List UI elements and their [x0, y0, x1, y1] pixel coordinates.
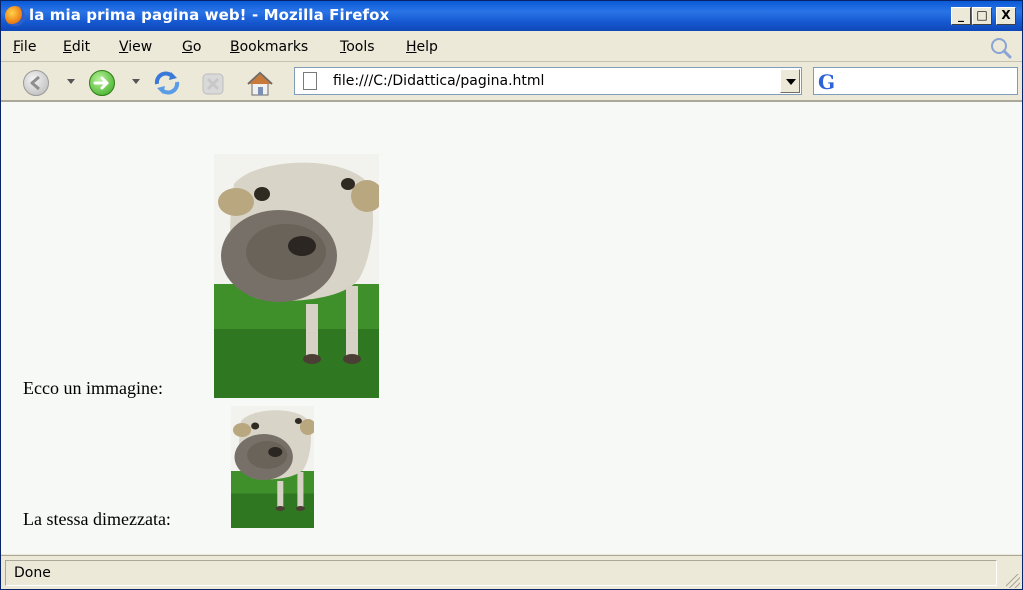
resize-grip-icon[interactable]	[1006, 574, 1020, 588]
maximize-button[interactable]: □	[972, 7, 992, 25]
firefox-icon	[5, 6, 25, 26]
status-panel: Done	[5, 560, 997, 586]
page-icon	[303, 72, 317, 90]
address-bar[interactable]: file:///C:/Didattica/pagina.html	[294, 67, 802, 95]
status-text: Done	[14, 565, 51, 581]
search-bar[interactable]: G	[813, 67, 1018, 95]
menu-bookmarks[interactable]: Bookmarks	[230, 39, 308, 55]
status-bar: Done	[1, 555, 1022, 589]
image-caption-1: Ecco un immagine:	[23, 378, 163, 398]
home-icon[interactable]	[245, 70, 275, 98]
minimize-button[interactable]: _	[951, 7, 971, 25]
cow-image	[214, 154, 379, 398]
address-dropdown-button[interactable]	[780, 69, 800, 93]
menu-go[interactable]: Go	[182, 39, 201, 55]
back-icon[interactable]	[23, 70, 49, 96]
google-icon[interactable]: G	[818, 70, 835, 94]
browser-window: la mia prima pagina web! - Mozilla Firef…	[0, 0, 1023, 590]
address-url[interactable]: file:///C:/Didattica/pagina.html	[333, 73, 544, 89]
menu-help[interactable]: Help	[406, 39, 438, 55]
cow-image-half	[231, 406, 314, 528]
menu-file[interactable]: File	[13, 39, 36, 55]
menu-view[interactable]: View	[119, 39, 152, 55]
back-dropdown-icon[interactable]	[67, 79, 75, 84]
forward-dropdown-icon[interactable]	[132, 79, 140, 84]
window-title: la mia prima pagina web! - Mozilla Firef…	[29, 6, 390, 24]
menu-tools[interactable]: Tools	[340, 39, 375, 55]
forward-icon[interactable]	[89, 70, 115, 96]
throbber-icon	[991, 38, 1012, 59]
close-button[interactable]: X	[996, 7, 1016, 25]
image-caption-2: La stessa dimezzata:	[23, 509, 171, 529]
menu-edit[interactable]: Edit	[63, 39, 90, 55]
menu-bar: File Edit View Go Bookmarks Tools Help	[1, 31, 1022, 62]
page-content: Ecco un immagine: La stessa dimezzata:	[1, 101, 1022, 554]
title-bar[interactable]: la mia prima pagina web! - Mozilla Firef…	[1, 1, 1022, 31]
stop-icon[interactable]	[199, 71, 227, 97]
reload-icon[interactable]	[151, 70, 183, 96]
